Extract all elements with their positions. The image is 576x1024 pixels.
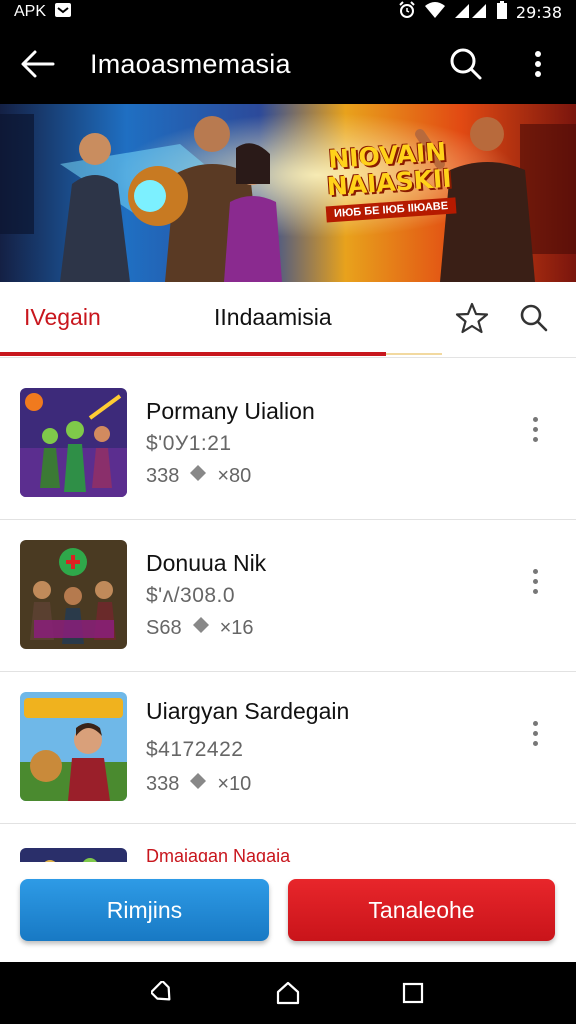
item-price: $'ᴧ/308.0: [146, 584, 236, 607]
banner-artwork: [0, 104, 576, 282]
item-title: Pormany Uialion: [146, 398, 315, 424]
banner-caption: NIOVAIN NAIASKII ИЮБ БЕ ІЮБ ІІЮАВЕ: [314, 137, 465, 223]
notification-icon: [54, 2, 72, 23]
primary-button[interactable]: Rimjins: [20, 879, 269, 941]
item-price: $4172422: [146, 738, 244, 761]
item-meta: 338 ×80: [146, 464, 251, 488]
item-title: Uiargyan Sardegain: [146, 698, 350, 724]
wifi-icon: [424, 1, 446, 23]
back-arrow-icon[interactable]: [20, 46, 56, 82]
recents-icon[interactable]: [395, 975, 431, 1011]
game-art-heroes-icon: [20, 388, 127, 497]
game-art-adventure-icon: [20, 692, 127, 801]
diamond-icon: [189, 464, 207, 488]
item-meta-count: 338: [146, 464, 180, 487]
tab-indicator-track: [386, 353, 442, 355]
page-title: Imaoasmemasia: [90, 48, 291, 79]
item-more-icon[interactable]: [522, 561, 548, 601]
system-nav-bar: [0, 962, 576, 1024]
tab-bar: IVegain IIndaamisia: [0, 282, 576, 358]
item-more-icon[interactable]: [522, 713, 548, 753]
search-icon[interactable]: [516, 300, 552, 336]
diamond-icon: [192, 616, 210, 640]
item-meta-multiplier: ×16: [219, 616, 254, 639]
battery-icon: [496, 1, 508, 23]
tab-first[interactable]: IVegain: [24, 304, 101, 331]
item-meta-count: 338: [146, 772, 180, 795]
tab-active-indicator: [0, 352, 386, 356]
back-triangle-icon[interactable]: [145, 975, 181, 1011]
status-bar: APK 29:38: [0, 0, 576, 24]
list-item[interactable]: Donuua Nik $'ᴧ/308.0 S68 ×16: [0, 520, 576, 672]
promo-banner[interactable]: NIOVAIN NAIASKII ИЮБ БЕ ІЮБ ІІЮАВЕ: [0, 104, 576, 282]
list-item[interactable]: Pormany Uialion $'0У1:21 338 ×80: [0, 368, 576, 520]
search-icon[interactable]: [448, 46, 484, 82]
item-title: Donuua Nik: [146, 550, 267, 576]
diamond-icon: [189, 772, 207, 796]
item-more-icon[interactable]: [522, 409, 548, 449]
secondary-button[interactable]: Tanaleohe: [288, 879, 555, 941]
list-item[interactable]: Uiargyan Sardegain $4172422 338 ×10: [0, 672, 576, 824]
alarm-icon: [398, 1, 416, 23]
app-bar: Imaoasmemasia: [0, 24, 576, 104]
item-meta-count: S68: [146, 616, 182, 639]
star-icon[interactable]: [454, 300, 490, 336]
home-icon[interactable]: [270, 975, 306, 1011]
status-time: 29:38: [515, 2, 562, 22]
tab-second[interactable]: IIndaamisia: [214, 304, 332, 331]
bottom-action-bar: Rimjins Tanaleohe: [0, 862, 576, 962]
item-meta: 338 ×10: [146, 772, 251, 796]
item-meta-multiplier: ×80: [217, 464, 252, 487]
item-price: $'0У1:21: [146, 432, 232, 455]
game-art-battle-icon: [20, 540, 127, 649]
status-app-label: APK: [14, 3, 47, 20]
overflow-menu-icon[interactable]: [520, 46, 556, 82]
item-meta: S68 ×16: [146, 616, 254, 640]
signal-icon: [454, 1, 488, 23]
item-meta-multiplier: ×10: [217, 772, 252, 795]
